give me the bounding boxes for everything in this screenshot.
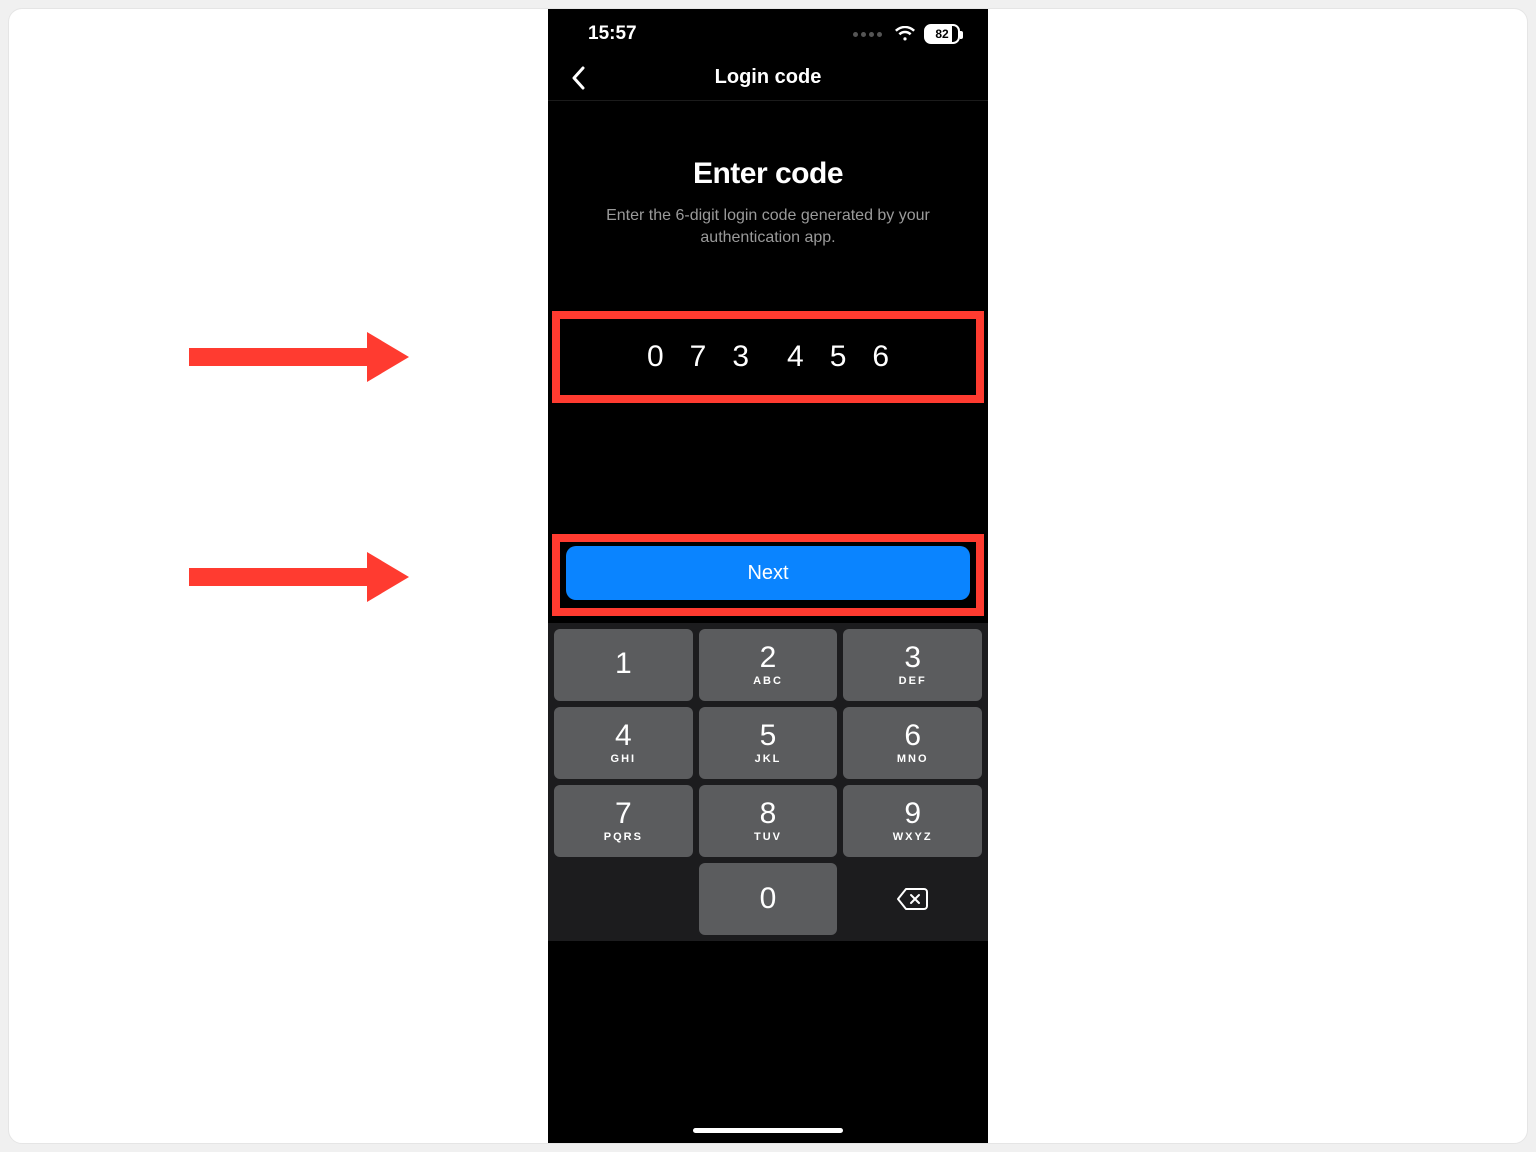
back-button[interactable] [564,64,592,92]
keypad-key-backspace[interactable] [843,863,982,935]
keypad-num: 1 [615,649,632,679]
keypad-key-0[interactable]: 0 [699,863,838,935]
keypad-letters: JKL [755,753,782,765]
keypad-letters: DEF [899,675,927,687]
status-time: 15:57 [588,23,637,45]
keypad-key-3[interactable]: 3 DEF [843,629,982,701]
keypad-letters: WXYZ [893,831,933,843]
home-indicator[interactable] [693,1128,843,1133]
page-heading: Enter code [548,157,988,191]
keypad-num: 4 [615,721,632,751]
code-digit-6: 6 [872,340,889,374]
nav-bar: Login code [548,55,988,101]
page-subheading: Enter the 6-digit login code generated b… [576,205,960,248]
nav-title: Login code [715,66,822,89]
keypad-num: 5 [760,721,777,751]
code-digit-5: 5 [830,340,847,374]
chevron-left-icon [571,66,585,90]
status-right: 82 [853,24,960,44]
annotation-arrow-next [189,552,409,602]
keypad-num: 2 [760,643,777,673]
keypad-key-2[interactable]: 2 ABC [699,629,838,701]
annotation-arrow-code [189,332,409,382]
keypad-letters: GHI [611,753,637,765]
next-button[interactable]: Next [566,546,970,600]
keypad-letters: ABC [753,675,783,687]
keypad-letters: TUV [754,831,782,843]
numeric-keypad: 1 2 ABC 3 DEF 4 GHI 5 JKL 6 MNO 7 PQRS 8 TUV 9 W… [548,623,988,941]
keypad-letters: PQRS [604,831,643,843]
keypad-num: 7 [615,799,632,829]
keypad-key-7[interactable]: 7 PQRS [554,785,693,857]
code-digit-2: 7 [690,340,707,374]
keypad-num: 6 [904,721,921,751]
keypad-key-9[interactable]: 9 WXYZ [843,785,982,857]
phone-frame: 15:57 82 Login code Enter code Enter the… [548,9,988,1143]
battery-level: 82 [935,27,948,41]
code-digit-3: 3 [732,340,749,374]
content: Enter code Enter the 6-digit login code … [548,101,988,248]
keypad-key-5[interactable]: 5 JKL [699,707,838,779]
status-bar: 15:57 82 [548,9,988,55]
keypad-key-8[interactable]: 8 TUV [699,785,838,857]
code-input[interactable]: 0 7 3 4 5 6 [548,311,988,403]
keypad-letters: MNO [897,753,929,765]
keypad-key-6[interactable]: 6 MNO [843,707,982,779]
backspace-icon [896,887,930,911]
keypad-key-4[interactable]: 4 GHI [554,707,693,779]
code-digit-1: 0 [647,340,664,374]
keypad-num: 9 [904,799,921,829]
wifi-icon [894,26,916,42]
code-digit-4: 4 [787,340,804,374]
recording-indicator-icon [853,32,882,37]
keypad-key-1[interactable]: 1 [554,629,693,701]
keypad-num: 3 [904,643,921,673]
canvas: 15:57 82 Login code Enter code Enter the… [8,8,1528,1144]
keypad-num: 8 [760,799,777,829]
battery-icon: 82 [924,24,960,44]
keypad-num: 0 [760,884,777,914]
keypad-key-blank [554,863,693,935]
